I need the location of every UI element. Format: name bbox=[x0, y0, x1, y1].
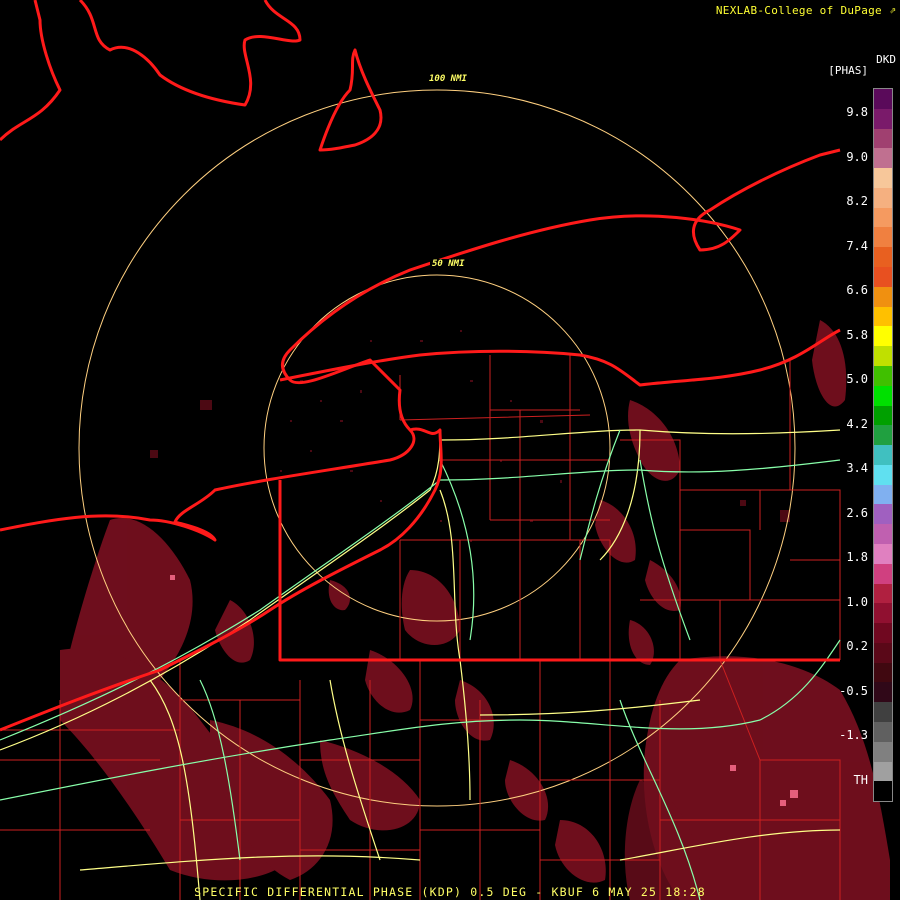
corner-arrow-icon: ⇗ bbox=[889, 3, 896, 16]
color-scale-swatch bbox=[874, 504, 892, 525]
color-scale-tick-label: 5.8 bbox=[846, 327, 868, 342]
color-scale-swatch bbox=[874, 603, 892, 624]
credit-label: NEXLAB-College of DuPage bbox=[715, 4, 882, 17]
color-scale-tick-label: -0.5 bbox=[839, 683, 868, 698]
color-scale-swatch bbox=[874, 741, 892, 762]
color-scale-swatch bbox=[874, 306, 892, 327]
color-scale-tick-label: -1.3 bbox=[839, 728, 868, 742]
range-ring-label-50: 50 NMI bbox=[430, 259, 467, 269]
color-scale-swatch bbox=[874, 583, 892, 604]
color-scale-swatch bbox=[874, 563, 892, 584]
color-scale-swatch bbox=[874, 326, 892, 347]
color-scale-swatch bbox=[874, 286, 892, 307]
color-scale-swatch bbox=[874, 405, 892, 426]
color-scale-swatch bbox=[874, 761, 892, 782]
color-scale-swatch bbox=[874, 227, 892, 248]
color-scale-swatch bbox=[874, 207, 892, 228]
color-scale-swatch bbox=[874, 168, 892, 188]
color-scale-tick-label: 8.2 bbox=[846, 194, 868, 208]
color-scale-tick-label: 1.0 bbox=[846, 594, 868, 609]
color-scale-swatch bbox=[874, 445, 892, 465]
color-scale-tick-label: 4.2 bbox=[846, 416, 868, 431]
color-scale-swatch bbox=[874, 187, 892, 208]
color-scale-tick-label: 0.2 bbox=[846, 639, 868, 653]
range-ring-label-100: 100 NMI bbox=[427, 74, 469, 84]
color-scale-swatch bbox=[874, 484, 892, 505]
color-scale-tick-label: TH bbox=[853, 772, 868, 787]
color-scale-tick-label: 7.4 bbox=[846, 238, 868, 253]
color-scale-swatch bbox=[874, 543, 892, 564]
color-scale-swatch bbox=[874, 89, 892, 109]
color-scale-tick-label: 3.4 bbox=[846, 461, 868, 475]
color-scale-swatch bbox=[874, 623, 892, 643]
radar-map bbox=[0, 0, 890, 900]
color-scale-swatch bbox=[874, 682, 892, 703]
color-scale-swatch bbox=[874, 524, 892, 544]
color-scale-swatch bbox=[874, 642, 892, 663]
color-scale-tick-label: 9.8 bbox=[846, 105, 868, 119]
color-scale-tick-label: 1.8 bbox=[846, 550, 868, 564]
color-scale-swatch bbox=[874, 702, 892, 722]
color-scale-tick-label: 2.6 bbox=[846, 505, 868, 520]
color-scale-swatch bbox=[874, 108, 892, 129]
color-scale-bar bbox=[873, 88, 893, 802]
color-scale-swatch bbox=[874, 247, 892, 268]
color-scale-tick-label: 6.6 bbox=[846, 283, 868, 297]
radar-echoes bbox=[60, 320, 890, 900]
color-scale-swatch bbox=[874, 148, 892, 169]
product-caption: SPECIFIC DIFFERENTIAL PHASE (KDP) 0.5 DE… bbox=[194, 885, 706, 899]
color-scale-tick-label: 5.0 bbox=[846, 372, 868, 386]
color-scale-swatch bbox=[874, 267, 892, 287]
color-scale-swatch bbox=[874, 346, 892, 366]
color-scale-swatch bbox=[874, 365, 892, 386]
color-scale-tick-label: 9.0 bbox=[846, 149, 868, 164]
color-scale-swatch bbox=[874, 385, 892, 406]
color-scale-swatch bbox=[874, 781, 892, 802]
color-scale-swatch bbox=[874, 464, 892, 485]
color-scale-swatch bbox=[874, 722, 892, 742]
radar-display: NEXLAB-College of DuPage ⇗ 100 NMI 50 NM… bbox=[0, 0, 900, 900]
legend-unit-bottom: [PHAS] bbox=[828, 64, 868, 77]
color-scale-swatch bbox=[874, 128, 892, 149]
legend-unit-top: DKD bbox=[876, 53, 896, 66]
color-scale-swatch bbox=[874, 425, 892, 446]
color-scale-swatch bbox=[874, 662, 892, 683]
